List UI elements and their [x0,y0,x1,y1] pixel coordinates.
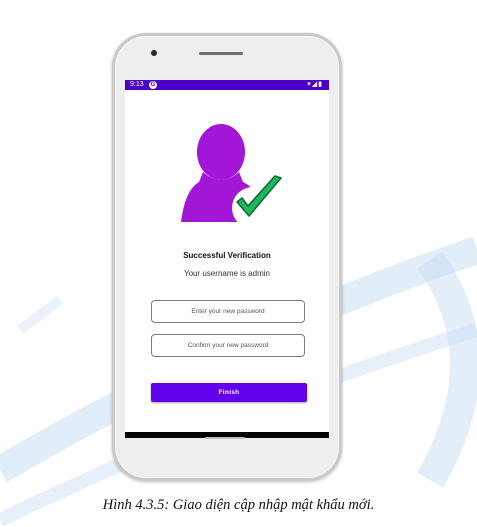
front-camera [151,50,157,56]
app-screen: 9:13 G ▾◢▮ Successful Verification Your … [125,80,329,432]
signal-battery-icon: ▾◢▮ [307,81,323,88]
verification-title: Successful Verification [183,251,271,260]
confirm-password-field[interactable] [151,334,305,357]
verified-user-illustration [181,124,282,229]
app-notification-icon: G [149,81,157,89]
earpiece-speaker [199,52,243,55]
new-password-field[interactable] [151,300,305,323]
finish-button[interactable]: Finish [151,383,307,402]
username-message: Your username is admin [184,269,270,278]
figure-caption: Hình 4.3.5: Giao diện cập nhập mật khẩu … [102,497,375,513]
home-indicator[interactable] [205,437,245,439]
status-time: 9:13 [130,81,144,88]
status-bar: 9:13 G ▾◢▮ [125,80,329,90]
phone-frame: 9:13 G ▾◢▮ Successful Verification Your … [112,33,342,481]
